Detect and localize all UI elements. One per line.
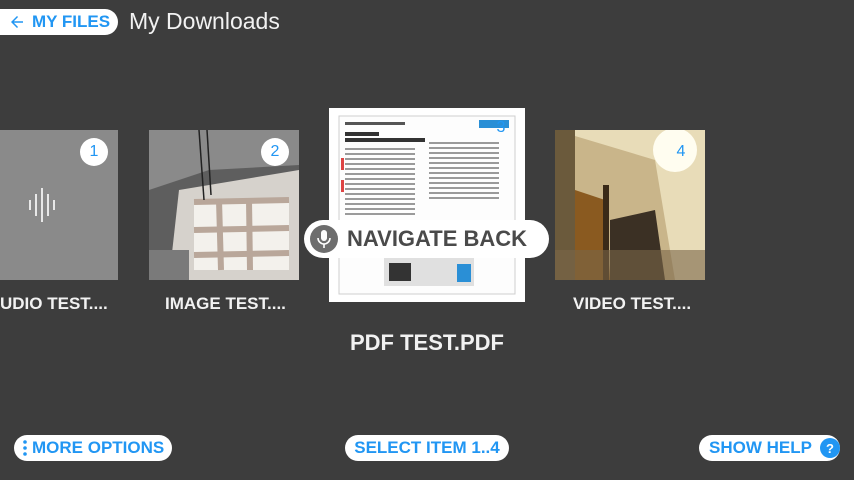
file-card-audio[interactable]: 1 bbox=[0, 130, 118, 280]
page-title: My Downloads bbox=[129, 8, 280, 34]
arrow-left-icon bbox=[11, 16, 23, 28]
microphone-icon bbox=[310, 225, 338, 253]
navigate-back-label: NAVIGATE BACK bbox=[347, 226, 528, 251]
more-options-label: MORE OPTIONS bbox=[32, 438, 165, 457]
item-number-badge: 1 bbox=[80, 138, 108, 166]
select-item-label: SELECT ITEM 1..4 bbox=[354, 438, 500, 457]
top-bar: MY FILES My Downloads bbox=[0, 0, 854, 44]
file-label-image: IMAGE TEST.... bbox=[165, 294, 286, 313]
navigate-back-voice-button[interactable]: NAVIGATE BACK bbox=[304, 220, 549, 258]
focused-file-label: PDF TEST.PDF bbox=[349, 330, 504, 355]
help-icon: ? bbox=[819, 438, 840, 458]
back-to-my-files-button[interactable]: MY FILES bbox=[0, 9, 118, 35]
more-vertical-icon bbox=[23, 440, 27, 456]
show-help-label: SHOW HELP bbox=[709, 438, 812, 457]
show-help-button[interactable]: SHOW HELP ? bbox=[699, 435, 840, 461]
file-card-video[interactable]: 4 bbox=[555, 130, 705, 280]
file-label-audio: UDIO TEST.... bbox=[0, 294, 108, 313]
back-label: MY FILES bbox=[32, 12, 111, 31]
file-card-image[interactable]: 2 bbox=[149, 130, 299, 280]
audio-waveform-icon bbox=[29, 188, 55, 222]
item-number-badge: 3 bbox=[496, 119, 506, 136]
more-options-button[interactable]: MORE OPTIONS bbox=[14, 435, 172, 461]
item-number-badge: 2 bbox=[261, 138, 289, 166]
select-item-button[interactable]: SELECT ITEM 1..4 bbox=[345, 435, 509, 461]
file-label-video: VIDEO TEST.... bbox=[573, 294, 692, 313]
item-number-badge: 4 bbox=[676, 143, 686, 160]
file-card-pdf[interactable]: 3 bbox=[329, 108, 525, 302]
